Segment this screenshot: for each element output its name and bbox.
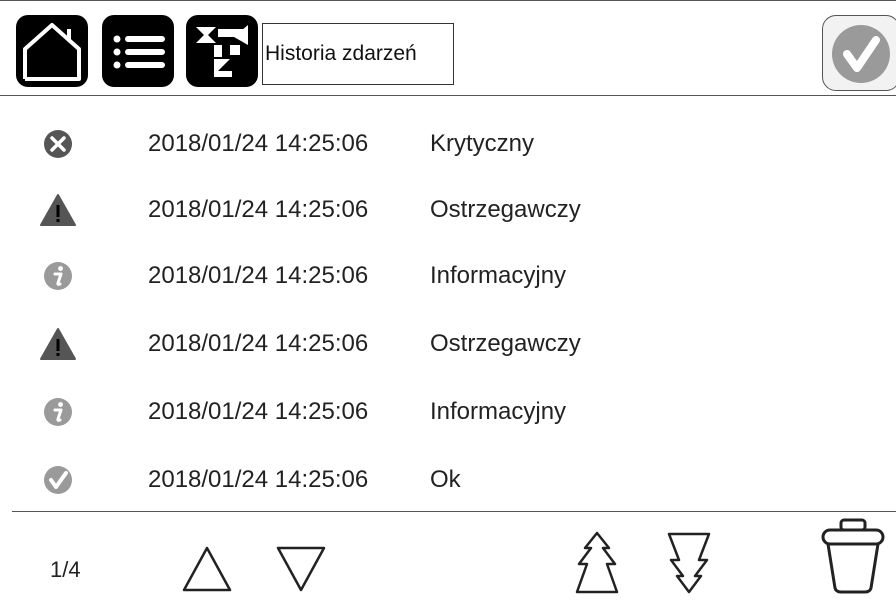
- bottom-divider: [12, 511, 896, 512]
- page-indicator: 1/4: [50, 557, 81, 582]
- mimic-diagram-icon: [196, 25, 248, 77]
- event-row[interactable]: 2018/01/24 14:25:06 Ostrzegawczy: [0, 324, 896, 364]
- mimic-diagram-button[interactable]: [186, 15, 258, 87]
- event-timestamp: 2018/01/24 14:25:06: [148, 196, 369, 223]
- event-level: Ostrzegawczy: [430, 196, 581, 223]
- ok-check-icon: [44, 466, 72, 494]
- event-level: Krytyczny: [430, 130, 535, 157]
- menu-icon: [113, 35, 165, 69]
- event-row[interactable]: 2018/01/24 14:25:06 Informacyjny: [0, 256, 896, 296]
- trash-icon[interactable]: [818, 516, 888, 596]
- home-icon: [23, 23, 81, 81]
- event-timestamp: 2018/01/24 14:25:06: [148, 398, 369, 425]
- info-icon: [44, 398, 72, 426]
- top-bar: Historia zdarzeń: [0, 0, 896, 96]
- home-button[interactable]: [16, 15, 88, 87]
- event-row[interactable]: 2018/01/24 14:25:06 Informacyjny: [0, 392, 896, 432]
- event-timestamp: 2018/01/24 14:25:06: [148, 466, 369, 493]
- event-timestamp: 2018/01/24 14:25:06: [148, 330, 369, 357]
- event-timestamp: 2018/01/24 14:25:06: [148, 262, 369, 289]
- page-down-icon[interactable]: [667, 530, 711, 596]
- warning-triangle-icon: [40, 328, 76, 360]
- info-icon: [44, 262, 72, 290]
- event-row[interactable]: 2018/01/24 14:25:06 Ok: [0, 460, 896, 500]
- menu-button[interactable]: [102, 15, 174, 87]
- warning-triangle-icon: [40, 194, 76, 226]
- event-row[interactable]: 2018/01/24 14:25:06 Ostrzegawczy: [0, 190, 896, 230]
- event-level: Ostrzegawczy: [430, 330, 581, 357]
- error-x-icon: [44, 130, 72, 158]
- scroll-down-icon[interactable]: [274, 544, 328, 594]
- event-level: Informacyjny: [430, 262, 567, 289]
- event-level: Informacyjny: [430, 398, 567, 425]
- scroll-up-icon[interactable]: [180, 544, 234, 594]
- event-timestamp: 2018/01/24 14:25:06: [148, 130, 369, 157]
- status-button[interactable]: [822, 15, 896, 91]
- event-level: Ok: [430, 466, 461, 493]
- check-circle-icon: [832, 25, 890, 83]
- page-up-icon[interactable]: [575, 530, 619, 596]
- event-row[interactable]: 2018/01/24 14:25:06 Krytyczny: [0, 124, 896, 164]
- page-title: Historia zdarzeń: [262, 23, 454, 85]
